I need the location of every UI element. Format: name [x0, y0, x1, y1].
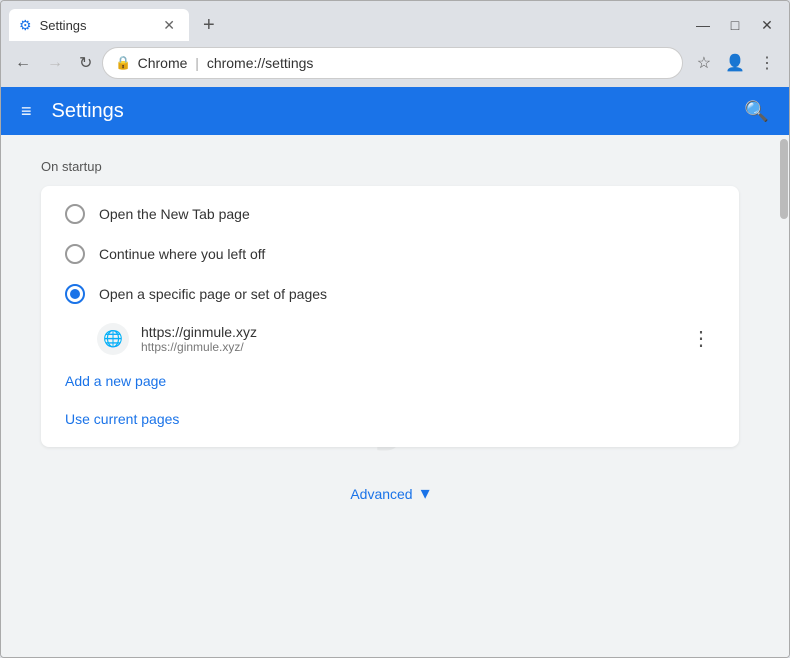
radio-label-new-tab: Open the New Tab page: [99, 206, 250, 222]
use-current-row: Use current pages: [41, 401, 739, 439]
settings-page-title: Settings: [52, 100, 741, 123]
chevron-down-icon: ▾: [421, 483, 430, 504]
active-tab[interactable]: ⚙ Settings ✕: [9, 9, 189, 41]
address-bar[interactable]: 🔒 Chrome | chrome://settings: [102, 47, 682, 79]
startup-options-card: Open the New Tab page Continue where you…: [41, 186, 739, 447]
scrollbar-thumb[interactable]: [780, 139, 788, 219]
account-button[interactable]: 👤: [719, 49, 751, 77]
forward-button[interactable]: →: [41, 50, 69, 76]
tab-title: Settings: [40, 18, 152, 33]
radio-circle-new-tab: [65, 204, 85, 224]
nav-bar: ← → ↻ 🔒 Chrome | chrome://settings ☆ 👤 ⋮: [1, 43, 789, 87]
tab-favicon: ⚙: [19, 17, 32, 34]
reload-button[interactable]: ↻: [73, 49, 98, 77]
radio-label-specific: Open a specific page or set of pages: [99, 286, 327, 302]
radio-circle-specific: [65, 284, 85, 304]
advanced-row[interactable]: Advanced ▾: [41, 467, 739, 520]
address-favicon: 🔒: [115, 55, 131, 71]
title-bar: ⚙ Settings ✕ + — □ ✕: [1, 1, 789, 43]
radio-option-specific[interactable]: Open a specific page or set of pages: [41, 274, 739, 314]
radio-inner-specific: [70, 289, 80, 299]
bookmark-button[interactable]: ☆: [691, 49, 717, 77]
site-icon: 🌐: [97, 323, 129, 355]
address-text: Chrome | chrome://settings: [138, 55, 670, 71]
radio-option-new-tab[interactable]: Open the New Tab page: [41, 194, 739, 234]
window-controls: — □ ✕: [689, 14, 781, 36]
add-page-row: Add a new page: [41, 363, 739, 401]
use-current-pages-button[interactable]: Use current pages: [65, 411, 179, 427]
maximize-button[interactable]: □: [721, 14, 749, 36]
main-content: hjc On startup Open the New Tab page Con…: [1, 135, 779, 657]
chrome-menu-button[interactable]: ⋮: [753, 49, 781, 77]
url-subtitle: https://ginmule.xyz/: [141, 340, 675, 354]
separator: |: [191, 55, 202, 71]
url-info: https://ginmule.xyz https://ginmule.xyz/: [141, 324, 675, 354]
url-title: https://ginmule.xyz: [141, 324, 675, 340]
radio-label-continue: Continue where you left off: [99, 246, 265, 262]
minimize-button[interactable]: —: [689, 14, 717, 36]
url-entry[interactable]: 🌐 https://ginmule.xyz https://ginmule.xy…: [41, 314, 739, 363]
url-more-icon[interactable]: ⋮: [687, 322, 715, 355]
url-text: chrome://settings: [207, 55, 314, 71]
nav-icons: ☆ 👤 ⋮: [691, 49, 781, 77]
content-area: hjc On startup Open the New Tab page Con…: [1, 135, 789, 657]
browser-frame: ⚙ Settings ✕ + — □ ✕ ← → ↻ 🔒 Chrome | ch…: [0, 0, 790, 658]
close-button[interactable]: ✕: [753, 14, 781, 36]
tab-close-button[interactable]: ✕: [159, 15, 179, 36]
section-title: On startup: [41, 159, 739, 174]
settings-header: ≡ Settings 🔍: [1, 87, 789, 135]
back-button[interactable]: ←: [9, 50, 37, 76]
add-new-page-button[interactable]: Add a new page: [65, 373, 166, 389]
site-name: Chrome: [138, 55, 188, 71]
settings-search-icon[interactable]: 🔍: [740, 95, 773, 128]
radio-option-continue[interactable]: Continue where you left off: [41, 234, 739, 274]
scrollbar-track[interactable]: [779, 135, 789, 657]
hamburger-menu[interactable]: ≡: [17, 97, 36, 126]
advanced-label: Advanced: [350, 486, 412, 502]
radio-circle-continue: [65, 244, 85, 264]
new-tab-button[interactable]: +: [195, 10, 223, 41]
